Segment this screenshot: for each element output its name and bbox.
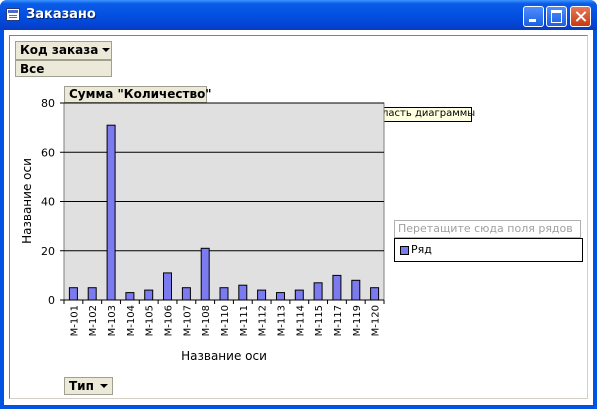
series-drop-zone-text: Перетащите сюда поля рядов	[398, 222, 573, 235]
category-field-button[interactable]: Тип	[64, 377, 113, 395]
legend-series-label: Ряд	[411, 243, 432, 256]
filter-dropdown-icon[interactable]	[102, 48, 110, 52]
filter-field-button[interactable]: Код заказа	[15, 41, 112, 60]
tooltip-text: Область диаграммы	[368, 108, 476, 119]
data-field-button[interactable]: Сумма "Количество"	[64, 86, 212, 103]
filter-field-label: Код заказа	[20, 43, 99, 57]
series-drop-zone[interactable]: Перетащите сюда поля рядов	[394, 220, 581, 238]
close-button[interactable]	[570, 6, 591, 27]
filter-field-value[interactable]: Все	[15, 60, 112, 77]
minimize-button[interactable]	[523, 6, 544, 27]
category-dropdown-icon[interactable]	[100, 384, 108, 388]
chart-area-tooltip: Область диаграммы	[365, 107, 476, 122]
title-bar[interactable]: Заказано	[0, 0, 597, 30]
maximize-button[interactable]	[546, 6, 567, 27]
data-field-label: Сумма "Количество"	[69, 87, 212, 101]
legend[interactable]: Ряд	[394, 238, 583, 262]
form-icon[interactable]	[6, 8, 20, 21]
filter-value-text: Все	[20, 62, 45, 76]
window-title: Заказано	[26, 7, 96, 22]
category-field-label: Тип	[69, 379, 94, 393]
legend-swatch	[400, 246, 409, 255]
